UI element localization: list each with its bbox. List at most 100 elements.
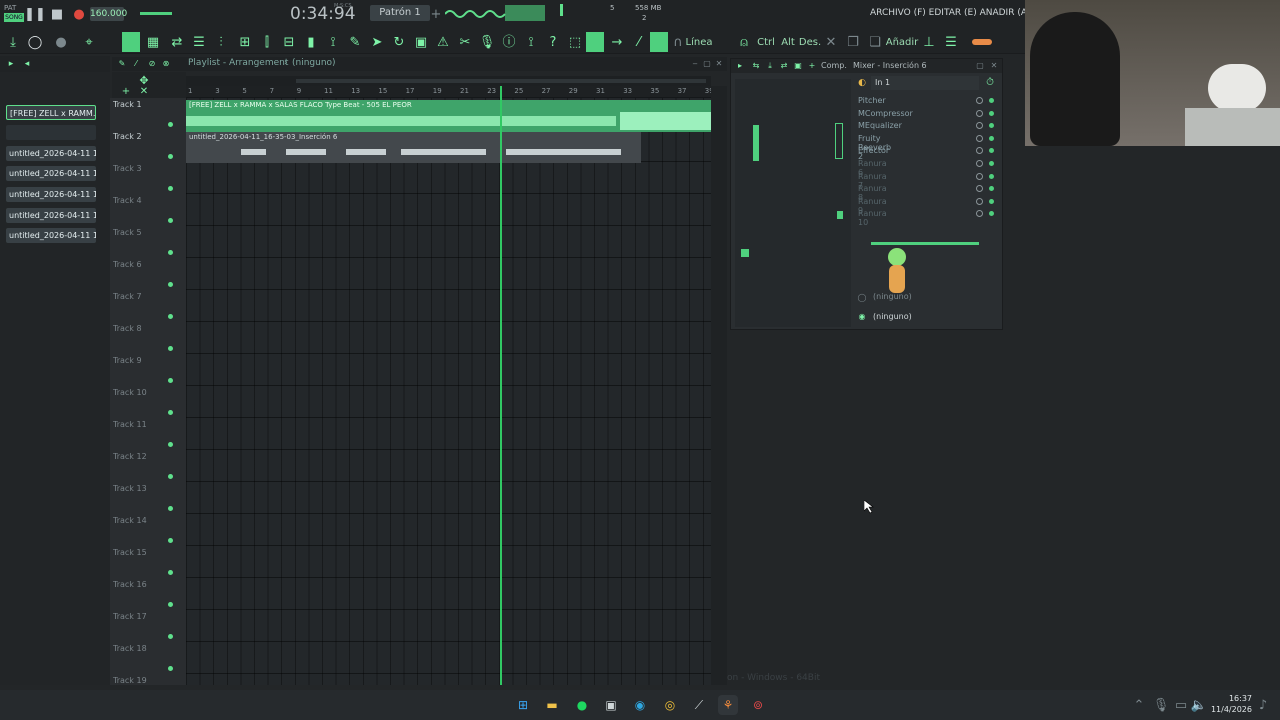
pin-icon[interactable]: ⟟	[324, 32, 342, 52]
pattern-selector[interactable]: Patrón 1	[370, 5, 430, 21]
effect-slot[interactable]: Effector	[858, 146, 889, 155]
track-mute-led[interactable]	[168, 186, 173, 191]
track-name[interactable]: Track 13	[113, 484, 147, 493]
list-icon[interactable]: ☰	[944, 32, 958, 52]
download-icon[interactable]: ⤓	[4, 32, 22, 52]
pl-brush-icon[interactable]: ⁄	[130, 57, 142, 71]
mic-icon[interactable]: 🎙	[478, 32, 496, 52]
effect-slot[interactable]: MCompressor	[858, 109, 913, 118]
slot-enable-led[interactable]	[989, 110, 994, 116]
fl-studio-icon[interactable]: ⚘	[718, 695, 738, 715]
pl-pen-icon[interactable]: ✎	[116, 57, 128, 71]
snap-selector[interactable]: Línea	[684, 31, 714, 53]
mixer-split-icon[interactable]: ⇄	[779, 59, 789, 73]
pause-icon[interactable]: ❚❚	[24, 7, 46, 21]
browser-icon[interactable]: ▦	[144, 32, 162, 52]
magnet-icon[interactable]: ∩	[672, 32, 684, 52]
clock-date[interactable]: 11/4/2026	[1208, 705, 1252, 714]
des-button[interactable]: Des.	[799, 31, 821, 53]
paste-icon[interactable]: ❏	[868, 32, 882, 52]
browser-item[interactable]: untitled_2026-04-11 16-...	[6, 187, 96, 202]
plugin-icon[interactable]: ⊞	[236, 32, 254, 52]
slot-mix-knob[interactable]	[976, 160, 983, 167]
wifi-icon[interactable]: ⟟	[522, 32, 540, 52]
mixer-close-icon[interactable]: ✕	[989, 59, 999, 73]
track-mute-led[interactable]	[168, 474, 173, 479]
draw-button[interactable]	[650, 32, 668, 52]
pen-icon[interactable]: ✎	[346, 32, 364, 52]
mixer-arrow-icon[interactable]: ▸	[735, 59, 745, 73]
mixer-down-icon[interactable]: ⤓	[765, 59, 775, 73]
save-icon[interactable]: ▣	[412, 32, 430, 52]
track-name[interactable]: Track 19	[113, 676, 147, 685]
playlist-pattern[interactable]: (ninguno)	[292, 58, 336, 68]
comp-label[interactable]: Comp.	[821, 61, 847, 70]
output2-selector[interactable]: (ninguno)	[873, 312, 912, 321]
scissors-icon[interactable]: ✂	[456, 32, 474, 52]
arrow-icon[interactable]: ➤	[368, 32, 386, 52]
track-mute-led[interactable]	[168, 634, 173, 639]
brush-icon[interactable]: ⁄	[630, 32, 648, 52]
tray-network-icon[interactable]: ▭	[1174, 696, 1188, 714]
track-mute-led[interactable]	[168, 154, 173, 159]
route-icon[interactable]: ⊥	[922, 32, 936, 52]
playlist-grid[interactable]: [FREE] ZELL x RAMMA x SALAS FLACO Type B…	[186, 86, 711, 685]
browser-item[interactable]	[6, 125, 96, 140]
mixer-move-icon[interactable]: ⇆	[751, 59, 761, 73]
info-icon[interactable]: ⓘ	[500, 32, 518, 52]
next-icon[interactable]: →	[608, 32, 626, 52]
mixer-icon[interactable]: ⫶	[212, 32, 230, 52]
metronome-icon[interactable]: ⚠	[434, 32, 452, 52]
output1-selector[interactable]: (ninguno)	[873, 292, 912, 301]
effect-slot[interactable]: Pitcher	[858, 96, 886, 105]
clip-beat[interactable]: [FREE] ZELL x RAMMA x SALAS FLACO Type B…	[186, 100, 711, 132]
mixer-add-icon[interactable]: +	[807, 59, 817, 73]
track-mute-led[interactable]	[168, 602, 173, 607]
track-name[interactable]: Track 18	[113, 644, 147, 653]
track-mute-led[interactable]	[168, 250, 173, 255]
browser-item[interactable]: untitled_2026-04-11 16-...	[6, 166, 96, 181]
move-icon[interactable]: ✥	[136, 74, 152, 86]
track-mute-led[interactable]	[168, 570, 173, 575]
browser-item[interactable]: [FREE] ZELL x RAMM...	[6, 105, 96, 120]
browser-item[interactable]: untitled_2026-04-11 16-...	[6, 208, 96, 223]
browser-menu-icon[interactable]: ▸	[4, 56, 18, 72]
ctrl-button[interactable]: Ctrl	[756, 31, 776, 53]
track-name[interactable]: Track 17	[113, 612, 147, 621]
pl-mute-icon[interactable]: ⊗	[160, 57, 172, 71]
track-name[interactable]: Track 10	[113, 388, 147, 397]
snap-button[interactable]	[586, 32, 604, 52]
track-name[interactable]: Track 1	[113, 100, 142, 109]
tempo-display[interactable]: 160.000	[90, 7, 127, 21]
store-icon[interactable]: ▣	[601, 695, 621, 715]
steam-icon[interactable]: ⟋	[689, 695, 709, 715]
track-name[interactable]: Track 6	[113, 260, 142, 269]
effect-slot[interactable]: Ranura 10	[858, 209, 887, 227]
spotify-icon[interactable]: ●	[572, 695, 592, 715]
panning-slider[interactable]	[871, 242, 979, 245]
track-name[interactable]: Track 5	[113, 228, 142, 237]
main-menu[interactable]: ARCHIVO (F) EDITAR (E) AÑADIR (A) PATRON…	[870, 8, 1025, 18]
track-name[interactable]: Track 2	[113, 132, 142, 141]
track-name[interactable]: Track 9	[113, 356, 142, 365]
clock-time[interactable]: 16:37	[1212, 694, 1252, 703]
browser-back-icon[interactable]: ◂	[20, 56, 34, 72]
slot-enable-led[interactable]	[989, 161, 994, 166]
vertical-scrollbar[interactable]	[711, 86, 727, 685]
close-tools-icon[interactable]: ✕	[824, 32, 838, 52]
latency-icon[interactable]: ⏱	[983, 76, 997, 90]
track-mute-led[interactable]	[168, 122, 173, 127]
pl-erase-icon[interactable]: ⊘	[146, 57, 158, 71]
notification-bell-icon[interactable]: ♪	[1256, 696, 1270, 714]
tray-volume-icon[interactable]: 🔈	[1191, 696, 1207, 714]
browser-item[interactable]: untitled_2026-04-11 16-...	[6, 228, 96, 243]
track-mute-led[interactable]	[168, 506, 173, 511]
track-mute-led[interactable]	[168, 442, 173, 447]
tray-chevron-icon[interactable]: ⌃	[1132, 696, 1146, 714]
tempo-tap-icon[interactable]: ⫿	[258, 32, 276, 52]
slot-mix-knob[interactable]	[976, 134, 983, 142]
slot-enable-led[interactable]	[989, 173, 994, 179]
record-icon[interactable]: ●	[72, 7, 86, 21]
edge-icon[interactable]: ◉	[630, 695, 650, 715]
browser-item[interactable]: untitled_2026-04-11 16-...	[6, 146, 96, 161]
